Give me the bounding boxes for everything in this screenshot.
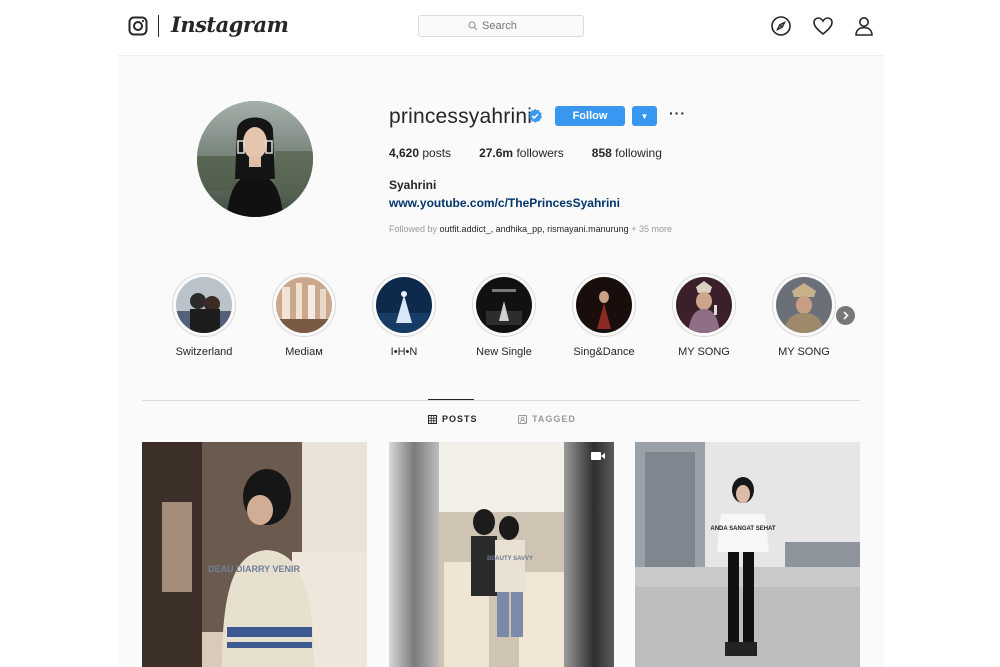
video-camera-icon bbox=[591, 452, 605, 460]
highlight-cover bbox=[276, 277, 332, 333]
following-count: 858 bbox=[591, 146, 612, 160]
following-stat[interactable]: 858 following bbox=[592, 146, 662, 160]
tab-posts[interactable]: POSTS bbox=[428, 414, 478, 424]
highlight-label: Mediaᴍ bbox=[285, 346, 323, 358]
followed-by-names: outfit.addict_, andhika_pp, rismayani.ma… bbox=[439, 224, 629, 234]
profile-avatar[interactable] bbox=[197, 101, 313, 217]
avatar-photo bbox=[197, 101, 313, 217]
suggested-accounts-dropdown-button[interactable]: ▼ bbox=[632, 106, 657, 126]
tabs-divider bbox=[142, 400, 860, 401]
highlight-label: New Single bbox=[476, 346, 532, 358]
highlight-ring bbox=[572, 273, 636, 337]
search-icon bbox=[468, 21, 478, 31]
post-image: ANDA SANGAT SEHAT bbox=[635, 442, 860, 667]
search-box[interactable] bbox=[418, 15, 584, 37]
highlight-ring bbox=[772, 273, 836, 337]
posts-count: 4,620 bbox=[389, 146, 420, 160]
highlight-ring bbox=[172, 273, 236, 337]
highlight-label: MY SONG bbox=[678, 346, 730, 358]
profile-page: princessyahrini Follow ▼ ··· 4,620 posts… bbox=[118, 56, 884, 667]
logo-divider bbox=[158, 15, 159, 37]
jacket-print: DEAU DIARRY VENIR bbox=[208, 564, 301, 574]
highlight-cover bbox=[476, 277, 532, 333]
post-thumbnail[interactable]: ANDA SANGAT SEHAT bbox=[635, 442, 860, 667]
highlight-ring bbox=[672, 273, 736, 337]
top-nav: Instagram bbox=[0, 0, 1000, 56]
follow-button[interactable]: Follow bbox=[555, 106, 625, 126]
post-image: DEAU DIARRY VENIR bbox=[142, 442, 367, 667]
followers-stat[interactable]: 27.6m followers bbox=[479, 146, 564, 160]
grid-icon bbox=[428, 414, 437, 424]
following-label: following bbox=[615, 146, 662, 160]
heart-icon[interactable] bbox=[812, 15, 834, 37]
caret-down-icon: ▼ bbox=[640, 111, 649, 121]
compass-icon[interactable] bbox=[770, 15, 792, 37]
highlight-cover bbox=[676, 277, 732, 333]
story-highlight[interactable]: Sing&Dance bbox=[559, 273, 649, 358]
highlight-cover bbox=[176, 277, 232, 333]
highlight-cover bbox=[576, 277, 632, 333]
posts-stat: 4,620 posts bbox=[389, 146, 451, 160]
followed-by-more: + 35 more bbox=[631, 224, 672, 234]
story-highlight[interactable]: I•H•N bbox=[359, 273, 449, 358]
highlight-ring bbox=[372, 273, 436, 337]
highlight-ring bbox=[472, 273, 536, 337]
highlight-label: I•H•N bbox=[390, 346, 418, 358]
profile-username: princessyahrini bbox=[389, 105, 533, 128]
tab-tagged-label: TAGGED bbox=[532, 414, 576, 424]
person-icon[interactable] bbox=[853, 15, 875, 37]
post-thumbnail[interactable]: DEAU DIARRY VENIR bbox=[142, 442, 367, 667]
shirt-print: ANDA SANGAT SEHAT bbox=[710, 526, 776, 532]
followed-by-text[interactable]: Followed by outfit.addict_, andhika_pp, … bbox=[389, 224, 672, 234]
jacket-print: BEAUTY SAVVY bbox=[487, 556, 533, 562]
highlight-label: Switzerland bbox=[175, 346, 233, 358]
profile-full-name: Syahrini bbox=[389, 178, 437, 192]
followed-by-prefix: Followed by bbox=[389, 224, 438, 234]
profile-stats: 4,620 posts 27.6m followers 858 followin… bbox=[389, 146, 690, 160]
followers-label: followers bbox=[516, 146, 564, 160]
profile-bio-link[interactable]: www.youtube.com/c/ThePrincesSyahrini bbox=[389, 196, 620, 210]
more-options-button[interactable]: ··· bbox=[669, 106, 685, 124]
highlight-label: Sing&Dance bbox=[573, 346, 635, 358]
story-highlight[interactable]: MY SONG bbox=[659, 273, 749, 358]
highlight-cover bbox=[776, 277, 832, 333]
post-thumbnail[interactable]: BEAUTY SAVVY bbox=[389, 442, 614, 667]
followers-count: 27.6m bbox=[479, 146, 514, 160]
search-input[interactable] bbox=[482, 20, 534, 32]
verified-badge-icon bbox=[529, 108, 542, 123]
story-highlight[interactable]: Mediaᴍ bbox=[259, 273, 349, 358]
posts-label: posts bbox=[422, 146, 452, 160]
chevron-right-icon bbox=[843, 311, 849, 320]
active-tab-indicator bbox=[428, 399, 474, 400]
tagged-person-icon bbox=[518, 414, 527, 424]
highlights-next-button[interactable] bbox=[836, 306, 855, 325]
top-nav-inner: Instagram bbox=[118, 0, 884, 56]
highlight-label: MY SONG bbox=[778, 346, 830, 358]
post-image: BEAUTY SAVVY bbox=[389, 442, 614, 667]
highlight-cover bbox=[376, 277, 432, 333]
story-highlight[interactable]: Switzerland bbox=[159, 273, 249, 358]
instagram-glyph-icon[interactable] bbox=[128, 16, 148, 36]
story-highlight[interactable]: New Single bbox=[459, 273, 549, 358]
instagram-wordmark[interactable]: Instagram bbox=[171, 12, 289, 37]
highlight-ring bbox=[272, 273, 336, 337]
tab-posts-label: POSTS bbox=[442, 414, 478, 424]
tab-tagged[interactable]: TAGGED bbox=[518, 414, 576, 424]
